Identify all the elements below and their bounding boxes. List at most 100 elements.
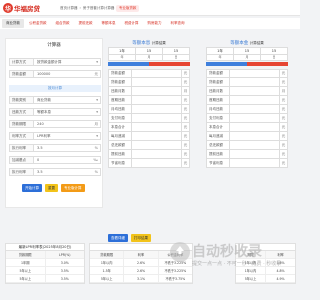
- basis-points-field[interactable]: 加减基点 0 ‰: [9, 156, 101, 164]
- result-row: 本息合计 元: [206, 123, 288, 132]
- result-unit: 元: [183, 151, 188, 156]
- result-label: 节省利息: [209, 160, 223, 165]
- result-row: 支付利息 元: [108, 114, 190, 123]
- result-value: [131, 105, 182, 113]
- result-label: 还款月数: [111, 88, 125, 93]
- result-buttons: 查看详细 打印结果: [108, 234, 151, 242]
- result-unit: 元: [281, 97, 286, 102]
- result-unit: 元: [183, 115, 188, 120]
- result-unit: 元: [281, 142, 286, 147]
- result-row: 总还款额 元: [108, 141, 190, 150]
- table-cell: 5年以上: [6, 267, 46, 274]
- field-unit: %: [94, 170, 98, 174]
- repay-method-select[interactable]: 还款方式 等额本息 ▾: [9, 108, 101, 116]
- result-row: 贷款金额 元: [108, 78, 190, 87]
- result-row: 还款月数 月: [108, 87, 190, 96]
- nav-tab-commercial[interactable]: 商业贷款: [2, 19, 24, 28]
- loan-amount-field[interactable]: 贷款金额 100000 元: [9, 70, 101, 78]
- results-column-equal-payment: 等额本息 计算结果 1年 15 15 年 月 日 贷款金额元贷款金额元还款月数月…: [108, 38, 190, 168]
- nav-tab-affordability[interactable]: 购房能力: [144, 19, 166, 28]
- field-label: 贷款类别: [10, 97, 34, 103]
- site-logo[interactable]: 华 华福房贷: [3, 2, 40, 14]
- result-value: [229, 150, 280, 158]
- breadcrumb-active[interactable]: 专业版贷款: [116, 5, 139, 12]
- result-row: 每月递减 元: [206, 132, 288, 141]
- table-cell: 3.0%: [60, 261, 69, 265]
- result-value: [229, 70, 280, 77]
- field-label: 加减基点: [10, 157, 34, 163]
- column-title: 等额本金 计算结果: [206, 38, 288, 47]
- loan-type-select[interactable]: 贷款类别 商业贷款 ▾: [9, 96, 101, 104]
- nav-tab-rates[interactable]: 利率查询: [167, 19, 189, 28]
- result-value: [131, 78, 182, 86]
- table-header-cell: 利率: [124, 251, 159, 258]
- field-unit: 月: [94, 121, 99, 126]
- nav-tab-prepay[interactable]: 提前还款: [75, 19, 97, 28]
- rate-field[interactable]: 执行利率 3.5 %: [9, 144, 101, 152]
- column-title-suffix: 计算结果: [151, 41, 166, 45]
- result-unit: 元: [281, 79, 286, 84]
- calc-mode-select[interactable]: 计算方式 按贷款金额计算 ▾: [9, 58, 101, 66]
- rate-mode-select[interactable]: 利率方式 LPR利率 ▾: [9, 132, 101, 140]
- result-label: 支付利息: [209, 115, 223, 120]
- chevron-down-icon: ▾: [96, 134, 98, 138]
- breadcrumb-item[interactable]: 房子首套计算计算器: [83, 6, 115, 11]
- field-label: 贷款期限: [10, 121, 34, 127]
- calculator-nav: 商业贷款 公积金贷款 组合贷款 提前还款 等额本息 税费计算 购房能力 利率查询: [0, 18, 300, 29]
- breadcrumb-item[interactable]: 首页计算器: [60, 6, 78, 11]
- watermark-subtitle: 提交一点一点 · 不可一秒 · 免费 · 秒收录: [192, 261, 282, 267]
- result-unit: 元: [183, 160, 188, 165]
- effective-rate-field[interactable]: 执行利率 3.5 %: [9, 168, 101, 176]
- result-row: 贷款金额 元: [206, 78, 288, 87]
- field-unit: ‰: [93, 158, 98, 162]
- progress-bar-interest: [149, 62, 190, 66]
- table-cell: 1年以内: [90, 259, 125, 266]
- result-unit: 元: [281, 115, 286, 120]
- print-result-button[interactable]: 打印结果: [131, 234, 151, 242]
- result-label: 提前还款: [111, 151, 125, 156]
- lpr-table: 最新LPR利率表(2025年8月20日) 贷款期限 LPR(%) 1年期 3.0…: [5, 243, 85, 284]
- table-title: 最新LPR利率表(2025年8月20日): [6, 244, 84, 251]
- nav-tab-equal-payment[interactable]: 等额本息: [98, 19, 120, 28]
- field-value: 等额本息: [37, 109, 51, 114]
- column-title-main: 等额本金: [230, 41, 249, 46]
- result-unit: 元: [183, 106, 188, 111]
- calculate-button[interactable]: 开始计算: [22, 184, 42, 192]
- loan-term-field[interactable]: 贷款期限 240 月: [9, 120, 101, 128]
- logo-text: 华福房贷: [14, 5, 40, 13]
- field-label: 贷款金额: [10, 71, 34, 77]
- result-unit: 元: [183, 142, 188, 147]
- result-value: [131, 114, 182, 122]
- view-details-button[interactable]: 查看详细: [108, 234, 128, 242]
- result-unit: 月: [183, 88, 188, 93]
- result-label: 本息合计: [209, 124, 223, 129]
- nav-tab-provident[interactable]: 公积金贷款: [25, 19, 51, 28]
- result-row: 月均还款 元: [108, 105, 190, 114]
- reset-button[interactable]: 重置: [45, 184, 58, 192]
- breadcrumb: 首页计算器 › 房子首套计算计算器 专业版贷款: [60, 5, 139, 12]
- form-buttons: 开始计算 重置 专业版计算: [22, 184, 85, 192]
- site-header: 华 华福房贷 首页计算器 › 房子首套计算计算器 专业版贷款: [0, 0, 300, 16]
- result-value: [229, 123, 280, 131]
- result-unit: 元: [281, 133, 286, 138]
- result-value: [131, 132, 182, 140]
- pro-calculate-button[interactable]: 专业版计算: [61, 184, 85, 192]
- term-unit: 年: [207, 55, 234, 60]
- term-cell: 15: [271, 49, 277, 53]
- nav-tab-combined[interactable]: 组合贷款: [52, 19, 74, 28]
- result-row: 总还款额 元: [206, 141, 288, 150]
- result-row: 支付利息 元: [206, 114, 288, 123]
- watermark-title: 自动秒收录: [192, 244, 262, 260]
- field-label: 还款方式: [10, 109, 34, 115]
- result-unit: 元: [281, 71, 286, 75]
- term-cell: 1年: [207, 48, 234, 54]
- nav-tab-tax[interactable]: 税费计算: [121, 19, 143, 28]
- arrow-up-icon: [176, 246, 184, 254]
- form-title: 计算器: [47, 43, 61, 48]
- table-cell: 3.1%: [124, 275, 159, 282]
- chevron-down-icon: ▾: [96, 98, 98, 102]
- field-unit: %: [94, 146, 98, 150]
- result-value: [131, 159, 182, 167]
- result-label: 支付利息: [111, 115, 125, 120]
- table-cell: 3.5%: [60, 277, 69, 281]
